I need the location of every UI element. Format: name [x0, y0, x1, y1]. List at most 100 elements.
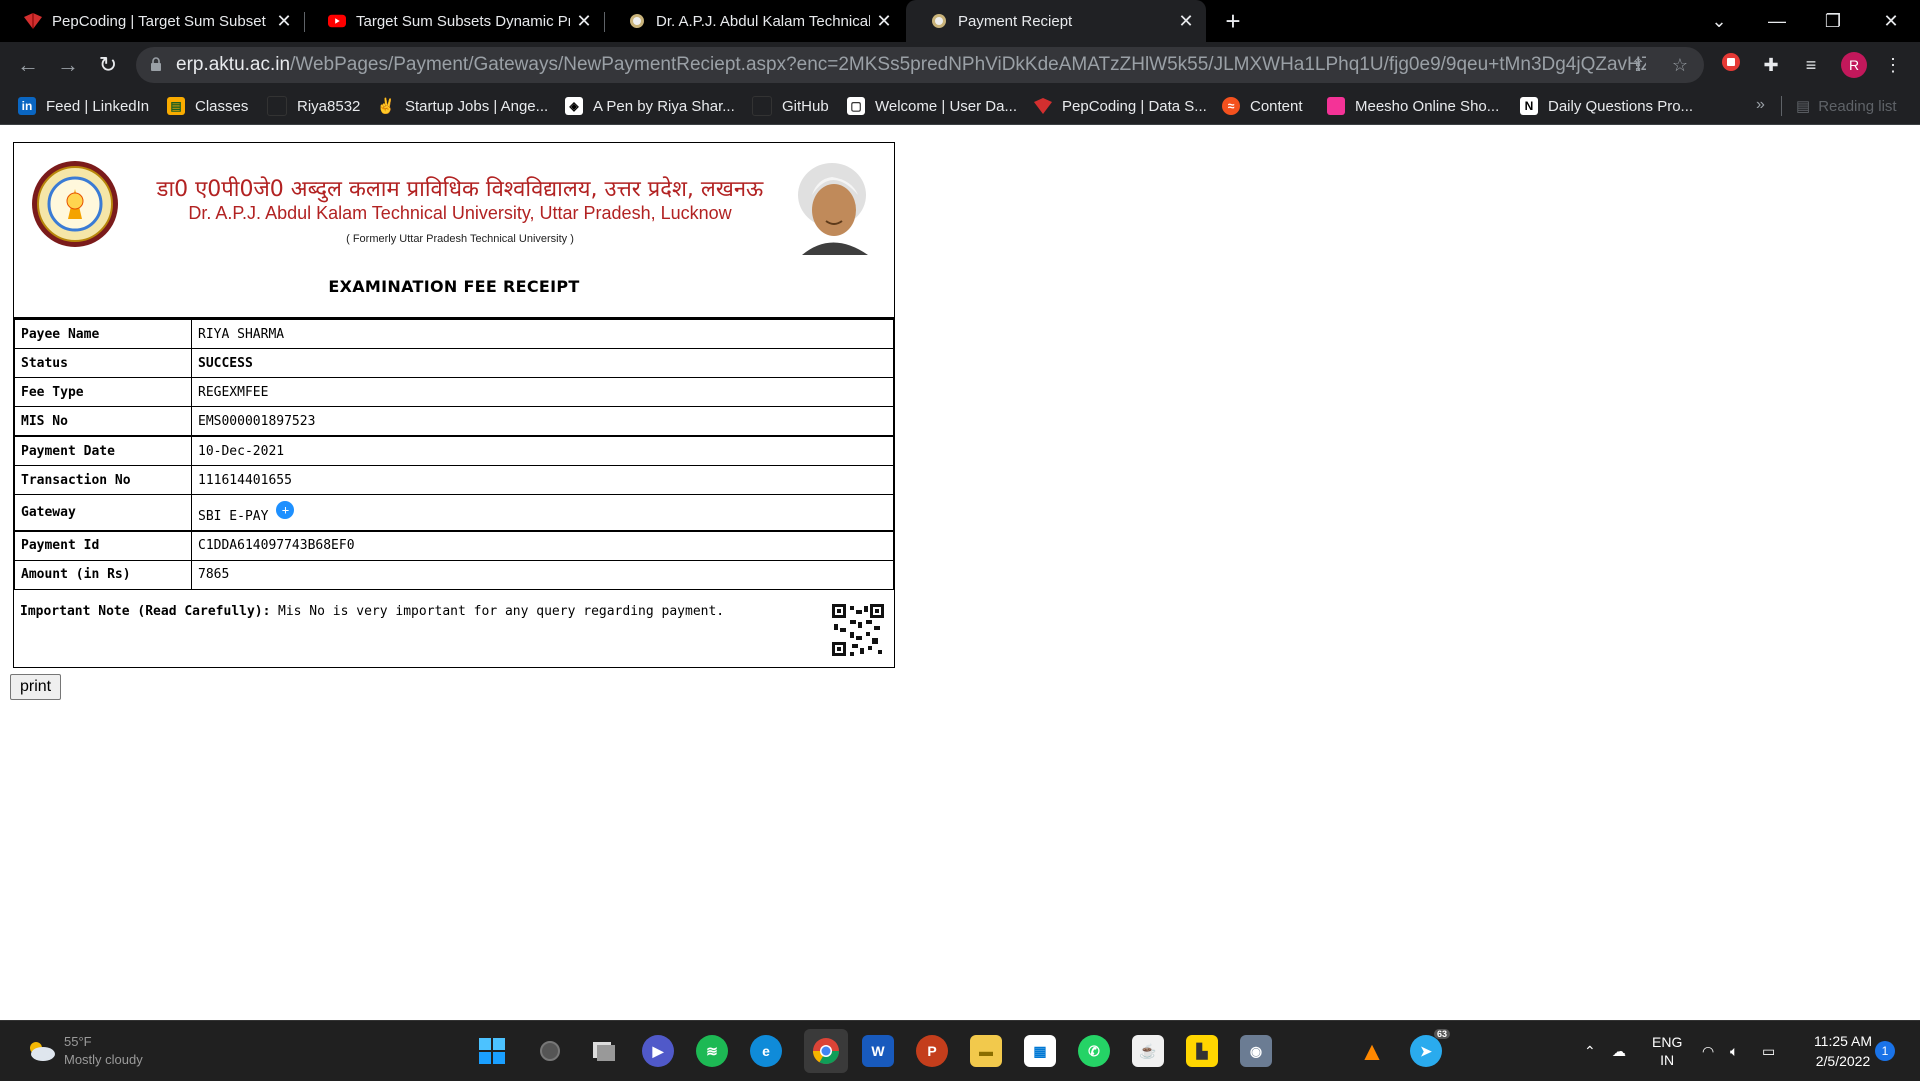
table-row: Transaction No 111614401655	[14, 465, 894, 495]
sticky-notes-icon[interactable]: ▙	[1186, 1035, 1218, 1067]
language-indicator[interactable]: ENG IN	[1652, 1021, 1682, 1081]
forward-icon[interactable]: →	[54, 51, 82, 79]
telegram-icon[interactable]: ➤ 63	[1410, 1029, 1450, 1067]
row-label: Transaction No	[14, 465, 192, 495]
notification-badge[interactable]: 1	[1875, 1041, 1895, 1061]
profile-avatar[interactable]: R	[1841, 52, 1867, 78]
row-label: MIS No	[14, 406, 192, 437]
wifi-icon[interactable]: ◠	[1702, 1021, 1714, 1081]
volume-icon[interactable]: 🔈︎	[1730, 1021, 1738, 1081]
pepcoding-icon	[1034, 97, 1052, 115]
bookmark-pepcoding[interactable]: PepCoding | Data S...	[1034, 88, 1207, 124]
meesho-icon	[1327, 97, 1345, 115]
back-icon[interactable]: ←	[14, 51, 42, 79]
formerly-note: ( Formerly Uttar Pradesh Technical Unive…	[346, 233, 574, 245]
chat-icon[interactable]: ▶	[642, 1035, 674, 1067]
row-value: REGEXMFEE	[191, 377, 894, 407]
tab-strip: PepCoding | Target Sum Subsets ✕ Target …	[0, 0, 1920, 42]
university-name-hindi: डा0 ए0पी0जे0 अब्दुल कलाम प्राविधिक विश्व…	[156, 177, 764, 202]
aktu-icon	[628, 12, 646, 30]
pepcoding-icon	[24, 12, 42, 30]
bookmark-codepen[interactable]: ◈ A Pen by Riya Shar...	[565, 88, 735, 124]
print-button[interactable]: print	[10, 674, 62, 700]
search-icon[interactable]	[534, 1035, 566, 1067]
bookmark-github[interactable]: GitHub	[752, 88, 829, 124]
tab-pepcoding[interactable]: PepCoding | Target Sum Subsets ✕	[0, 0, 305, 42]
edge-icon[interactable]: e	[750, 1035, 782, 1067]
url-host: erp.aktu.ac.in	[176, 54, 291, 75]
extensions-puzzle-icon[interactable]: ✚	[1758, 52, 1784, 78]
table-row: Status SUCCESS	[14, 348, 894, 378]
note-label: Important Note (Read Carefully):	[20, 604, 271, 619]
angellist-icon: ✌	[376, 98, 396, 115]
telegram-badge: 63	[1433, 1029, 1450, 1039]
reload-icon[interactable]: ↻	[94, 51, 122, 79]
reading-list-label: Reading list	[1818, 97, 1897, 115]
media-controls-icon[interactable]: ≡	[1798, 52, 1824, 78]
tab-payment-receipt[interactable]: Payment Reciept ✕	[906, 0, 1206, 42]
whatsapp-icon[interactable]: ✆	[1078, 1035, 1110, 1067]
store-icon[interactable]: ▦	[1024, 1035, 1056, 1067]
show-hidden-icons[interactable]: ⌃	[1584, 1021, 1596, 1081]
close-icon[interactable]: ✕	[574, 11, 594, 31]
close-icon[interactable]: ✕	[1176, 11, 1196, 31]
bookmark-label: GitHub	[782, 97, 829, 115]
gateway-info-icon[interactable]: +	[276, 500, 295, 519]
chrome-icon[interactable]	[804, 1029, 848, 1073]
extension-stop-icon[interactable]	[1718, 52, 1744, 78]
minimize-icon[interactable]: —	[1760, 6, 1794, 36]
word-icon[interactable]: W	[862, 1035, 894, 1067]
file-explorer-icon[interactable]: ▬	[970, 1035, 1002, 1067]
weather-temp: 55°F	[64, 1034, 92, 1049]
share-icon[interactable]: ⇪	[1628, 55, 1648, 75]
row-label: Payment Id	[14, 529, 192, 561]
youtube-icon	[328, 12, 346, 30]
row-value: C1DDA614097743B68EF0	[191, 529, 894, 561]
reading-list-button[interactable]: ▤ Reading list	[1796, 88, 1897, 124]
row-value: SUCCESS	[191, 348, 894, 378]
bookmark-content[interactable]: ≈ Content	[1222, 88, 1303, 124]
window-close-icon[interactable]: ✕	[1874, 6, 1908, 36]
new-tab-button[interactable]: +	[1220, 8, 1246, 34]
bookmark-welcome[interactable]: ▢ Welcome | User Da...	[847, 88, 1017, 124]
row-value: SBI E-PAY	[198, 508, 269, 524]
spotify-icon[interactable]: ≋	[696, 1035, 728, 1067]
address-bar[interactable]: erp.aktu.ac.in/WebPages/Payment/Gateways…	[136, 47, 1704, 83]
weather-widget[interactable]: 55°F Mostly cloudy	[26, 1029, 186, 1073]
bookmark-daily-questions[interactable]: N Daily Questions Pro...	[1520, 88, 1693, 124]
bookmark-startup-jobs[interactable]: ✌ Startup Jobs | Ange...	[376, 88, 549, 124]
start-windows-icon[interactable]	[476, 1035, 508, 1067]
onedrive-icon[interactable]: ☁	[1612, 1021, 1626, 1081]
bookmarks-divider	[1781, 96, 1782, 116]
powerpoint-icon[interactable]: P	[916, 1035, 948, 1067]
camera-icon[interactable]: ◉	[1240, 1035, 1272, 1067]
vlc-icon[interactable]: ▲	[1356, 1035, 1388, 1067]
restore-icon[interactable]: ❐	[1816, 6, 1850, 36]
cloud-sun-icon	[30, 1042, 55, 1061]
bookmark-meesho[interactable]: Meesho Online Sho...	[1327, 88, 1499, 124]
windows-taskbar: 55°F Mostly cloudy ▶ ≋ e W P ▬ ▦ ✆ ☕ ▙ ◉ …	[0, 1020, 1920, 1081]
menu-kebab-icon[interactable]: ⋮	[1880, 52, 1906, 78]
tab-youtube[interactable]: Target Sum Subsets Dynamic Pro ✕	[304, 0, 605, 42]
bookmark-label: Content	[1250, 97, 1303, 115]
task-view-icon[interactable]	[588, 1035, 620, 1067]
row-value: EMS000001897523	[191, 406, 894, 437]
url-path: /WebPages/Payment/Gateways/NewPaymentRec…	[290, 54, 1646, 75]
note-text: Mis No is very important for any query r…	[278, 604, 725, 619]
tab-search-chevron-icon[interactable]: ⌄	[1702, 6, 1736, 36]
bookmark-linkedin[interactable]: in Feed | LinkedIn	[18, 88, 149, 124]
battery-icon[interactable]: ▭	[1762, 1021, 1775, 1081]
bookmark-classes[interactable]: ▤ Classes	[167, 88, 248, 124]
bookmark-label: Startup Jobs | Ange...	[405, 97, 549, 115]
bookmark-riya8532[interactable]: Riya8532	[267, 88, 360, 124]
bookmarks-overflow-icon[interactable]: »	[1756, 96, 1765, 114]
tab-aktu[interactable]: Dr. A.P.J. Abdul Kalam Technical U ✕	[604, 0, 904, 42]
java-icon[interactable]: ☕	[1132, 1035, 1164, 1067]
tab-title: Dr. A.P.J. Abdul Kalam Technical U	[656, 12, 870, 30]
table-row: Amount (in Rs) 7865	[14, 559, 894, 590]
close-icon[interactable]: ✕	[274, 11, 294, 31]
bookmark-star-icon[interactable]: ☆	[1670, 55, 1690, 75]
url-text[interactable]: erp.aktu.ac.in/WebPages/Payment/Gateways…	[176, 47, 1646, 83]
row-label: Payment Date	[14, 435, 192, 466]
close-icon[interactable]: ✕	[874, 11, 894, 31]
